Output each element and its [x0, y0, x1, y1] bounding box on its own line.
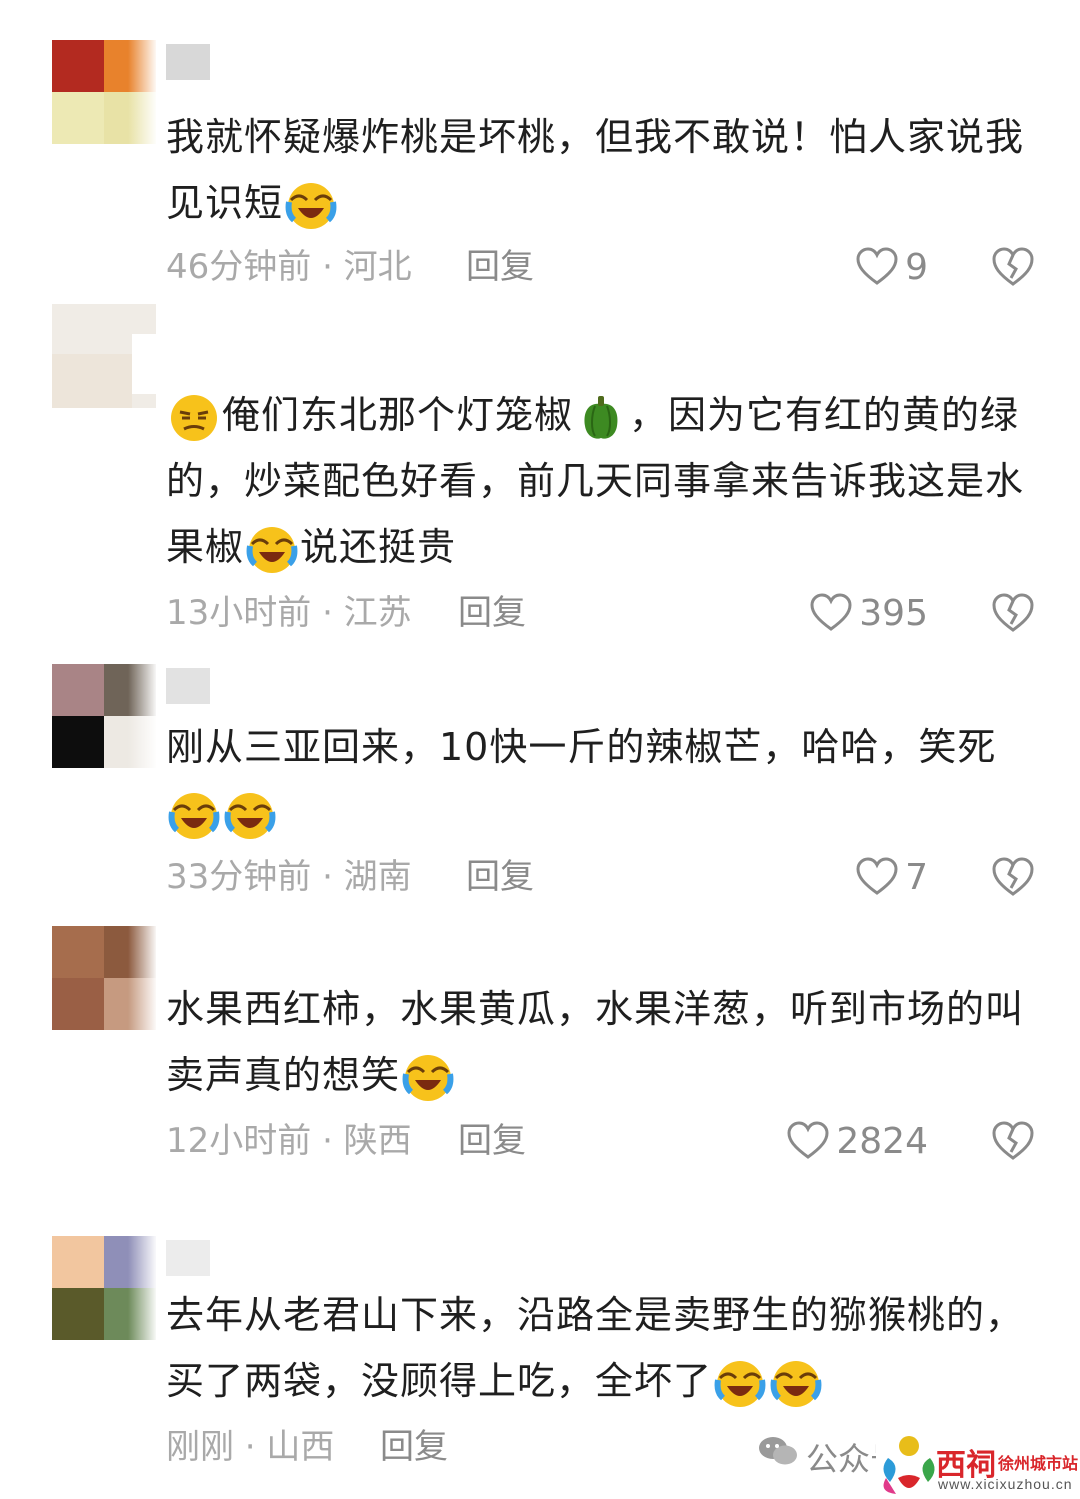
like-button[interactable]: 9 — [820, 242, 928, 292]
comment-meta: 12小时前 · 陕西 — [166, 1121, 412, 1161]
laughing-crying-emoji-icon — [168, 792, 220, 839]
heart-outline-icon — [787, 1121, 829, 1159]
like-count: 9 — [905, 246, 928, 288]
laughing-crying-emoji-icon — [285, 182, 337, 229]
comment-text: 我就怀疑爆炸桃是坏桃，但我不敢说！怕人家说我见识短 — [166, 104, 1026, 236]
avatar[interactable] — [52, 1236, 156, 1340]
comment-meta: 13小时前 · 江苏 — [166, 593, 412, 633]
laughing-crying-emoji-icon — [224, 792, 276, 839]
like-button[interactable]: 395 — [790, 588, 928, 638]
reply-button[interactable]: 回复 — [380, 1422, 448, 1472]
like-button[interactable]: 2824 — [770, 1116, 928, 1166]
avatar[interactable] — [52, 926, 156, 1030]
wechat-icon — [759, 1437, 797, 1465]
avatar[interactable] — [52, 304, 156, 408]
laughing-crying-emoji-icon — [402, 1054, 454, 1101]
reply-button[interactable]: 回复 — [458, 1116, 526, 1166]
broken-heart-icon[interactable] — [990, 854, 1036, 900]
like-count: 7 — [905, 856, 928, 898]
smirk-emoji-icon — [171, 394, 217, 441]
comment-text-part: 水果西红柿，水果黄瓜，水果洋葱，听到市场的叫卖声真的想笑 — [166, 987, 1025, 1097]
site-sub: 徐州城市站 — [998, 1456, 1079, 1473]
broken-heart-icon[interactable] — [990, 590, 1036, 636]
like-count: 395 — [859, 592, 928, 634]
username-blurred[interactable] — [166, 44, 210, 80]
comment-text: 俺们东北那个灯笼椒 ，因为它有红的黄的绿的，炒菜配色好看，前几天同事拿来告诉我这是… — [166, 382, 1026, 580]
avatar[interactable] — [52, 40, 156, 144]
comment-text: 去年从老君山下来，沿路全是卖野生的猕猴桃的，买了两袋，没顾得上吃，全坏了 — [166, 1282, 1026, 1414]
broken-heart-icon[interactable] — [990, 1118, 1036, 1164]
watermark: 公众号 西祠 徐州城市站 www.xicixuzhou.cn — [750, 1420, 1080, 1499]
comment-text-part: 俺们东北那个灯笼椒 — [222, 393, 574, 437]
laughing-crying-emoji-icon — [770, 1360, 822, 1407]
site-url: www.xicixuzhou.cn — [938, 1476, 1073, 1492]
comment-text-part: 去年从老君山下来，沿路全是卖野生的猕猴桃的，买了两袋，没顾得上吃，全坏了 — [166, 1293, 1025, 1403]
heart-outline-icon — [856, 247, 898, 285]
heart-outline-icon — [810, 593, 852, 631]
laughing-crying-emoji-icon — [246, 526, 298, 573]
heart-outline-icon — [856, 857, 898, 895]
comment-text: 水果西红柿，水果黄瓜，水果洋葱，听到市场的叫卖声真的想笑 — [166, 976, 1026, 1108]
site-logo-icon — [883, 1436, 935, 1494]
comment-text-part: 刚从三亚回来，10快一斤的辣椒芒，哈哈，笑死 — [166, 725, 997, 769]
comment-meta: 33分钟前 · 湖南 — [166, 857, 412, 897]
reply-button[interactable]: 回复 — [466, 242, 534, 292]
comment-text: 刚从三亚回来，10快一斤的辣椒芒，哈哈，笑死 — [166, 714, 1026, 846]
avatar[interactable] — [52, 664, 156, 768]
comment-meta: 刚刚 · 山西 — [166, 1427, 335, 1467]
like-count: 2824 — [836, 1120, 928, 1162]
bell-pepper-emoji-icon — [584, 395, 618, 439]
laughing-crying-emoji-icon — [714, 1360, 766, 1407]
reply-button[interactable]: 回复 — [458, 588, 526, 638]
comment-meta: 46分钟前 · 河北 — [166, 247, 412, 287]
like-button[interactable]: 7 — [830, 852, 928, 902]
reply-button[interactable]: 回复 — [466, 852, 534, 902]
username-blurred[interactable] — [166, 668, 210, 704]
broken-heart-icon[interactable] — [990, 244, 1036, 290]
comment-text-part: 说还挺贵 — [300, 525, 457, 569]
wechat-label: 公众号 — [806, 1441, 876, 1477]
username-blurred[interactable] — [166, 1240, 210, 1276]
